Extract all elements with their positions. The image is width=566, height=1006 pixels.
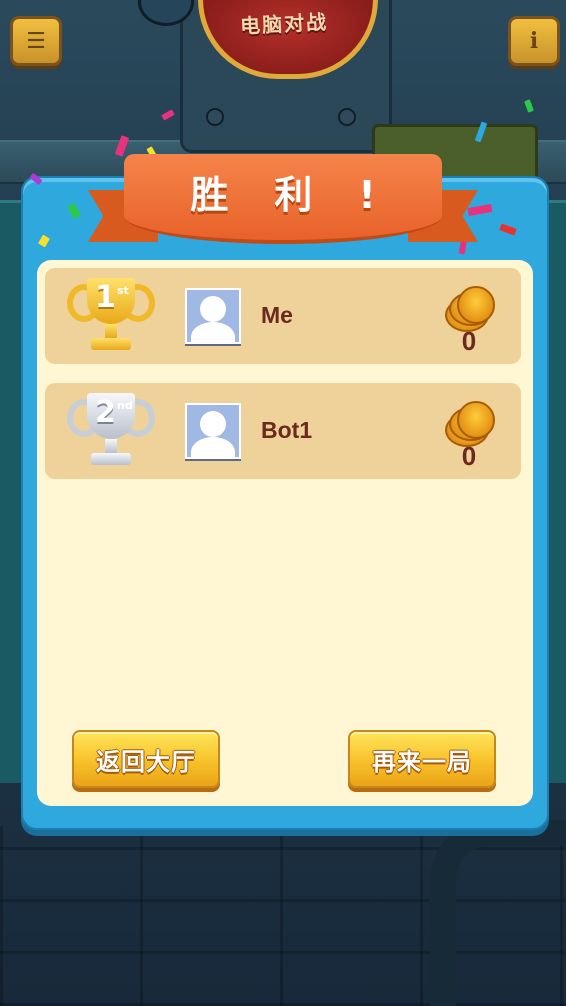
screw-icon [206,108,224,126]
trophy-stem [105,324,117,338]
trophy-stem [105,439,117,453]
coin-score: 0 [461,326,477,356]
avatar-head [200,411,226,437]
rank-suffix: nd [117,399,133,412]
info-button[interactable]: i [508,16,560,66]
menu-button[interactable]: ☰ [10,16,62,66]
victory-title: 胜利! [190,173,422,217]
screw-icon [338,108,356,126]
result-row: 1 st Me 0 [45,268,521,364]
result-row: 2 nd Bot1 0 [45,383,521,479]
silver-trophy-icon: 2 nd [65,391,157,471]
avatar-body [191,322,235,342]
avatar-head [200,296,226,322]
avatar-body [191,437,235,457]
coin-score: 0 [461,441,477,471]
play-again-button[interactable]: 再来一局 [348,730,496,788]
trophy-base [91,338,131,350]
ribbon-main: 胜利! [124,154,442,244]
coin [457,401,495,439]
player-avatar [185,288,241,344]
player-name: Bot1 [261,417,313,443]
background-pipe [430,820,566,1006]
gold-trophy-icon: 1 st [65,276,157,356]
rank-suffix: st [117,284,129,297]
player-name: Me [261,302,293,328]
player-avatar [185,403,241,459]
back-to-lobby-button[interactable]: 返回大厅 [72,730,220,788]
trophy-base [91,453,131,465]
rank-number: 2 [95,395,116,430]
victory-ribbon: 胜利! [88,146,478,256]
coin-stack-icon [445,286,501,332]
coin-stack-icon [445,401,501,447]
menu-icon: ☰ [26,28,46,54]
coin [457,286,495,324]
info-icon: i [529,28,539,54]
rank-number: 1 [95,280,116,315]
